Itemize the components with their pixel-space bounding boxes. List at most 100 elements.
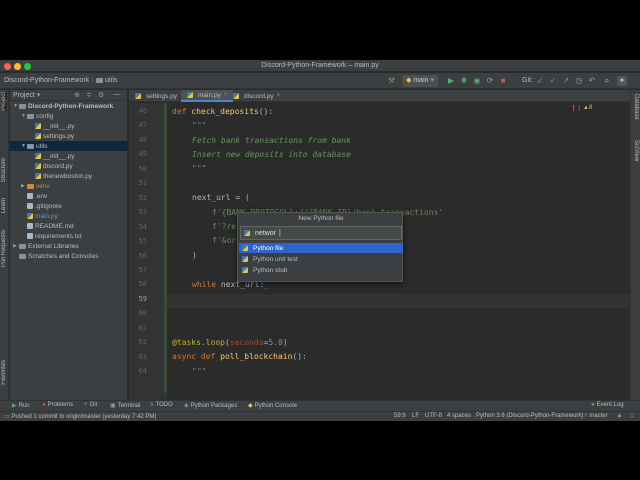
code-line-62: @tasks.loop(seconds=5.0) (172, 338, 288, 347)
tree-item[interactable]: settings.py (10, 131, 128, 141)
settings-icon[interactable]: ✦ (617, 76, 627, 86)
notification-icon[interactable]: ☺ (629, 413, 635, 419)
tree-item[interactable]: ▼ Discord-Python-Framework (10, 101, 128, 111)
status-message[interactable]: ▭ Pushed 1 commit to origin/master (yest… (4, 413, 156, 420)
ide-window: Discord-Python-Framework – main.py Disco… (0, 60, 640, 421)
stop-icon[interactable]: ■ (498, 76, 508, 86)
tool-problems[interactable]: ● Problems (42, 402, 73, 408)
tool-tab-learn[interactable]: Learn (1, 198, 7, 213)
terminal-icon: ▣ (110, 403, 116, 409)
history-icon[interactable]: ◷ (574, 76, 584, 86)
tool-tab-project[interactable]: Project (1, 92, 7, 111)
search-icon[interactable]: ⌕ (602, 76, 612, 86)
line-number: 48 (138, 135, 147, 144)
locate-icon[interactable]: ⊕ (74, 91, 80, 99)
tree-item[interactable]: ▶ venv (10, 181, 128, 191)
tab-discord-py[interactable]: discord.py × (227, 90, 286, 102)
tree-item-label: requirements.txt (35, 232, 82, 240)
file-name-input[interactable]: networ | (240, 226, 402, 240)
hide-icon[interactable]: — (113, 91, 120, 98)
tab-main-py[interactable]: main.py × (181, 90, 234, 102)
tree-item[interactable]: thenewboston.py (10, 171, 128, 181)
bug-icon[interactable]: ✱ (459, 76, 469, 86)
folder-icon (96, 78, 103, 83)
tree-item[interactable]: ▶ External Libraries (10, 241, 128, 251)
warning-count[interactable]: ▲8 (583, 105, 592, 111)
tool-python-console[interactable]: ◆ Python Console (248, 402, 297, 410)
tool-git[interactable]: ⑂ Git (84, 402, 97, 408)
tree-item[interactable]: .gitignore (10, 201, 128, 211)
todo-icon: ≡ (150, 402, 154, 408)
python-file-icon (35, 153, 41, 159)
line-number: 55 (138, 237, 147, 246)
tree-item[interactable]: Scratches and Consoles (10, 251, 128, 261)
tree-item[interactable]: discord.py (10, 161, 128, 171)
close-icon[interactable]: × (277, 93, 281, 99)
tree-item[interactable]: __init__.py (10, 121, 128, 131)
code-line-48: Fetch bank transactions from bank (192, 136, 351, 145)
tree-item[interactable]: main.py (10, 211, 128, 221)
collapse-icon[interactable]: ≑ (86, 91, 92, 99)
git-update-icon[interactable]: ↙ (535, 76, 545, 86)
tool-tab-sciview[interactable]: SciView (633, 140, 639, 161)
tree-item-label: Discord-Python-Framework (28, 102, 114, 110)
horizontal-scrollbar[interactable] (167, 393, 630, 400)
tree-item[interactable]: ▼ config (10, 111, 128, 121)
left-tool-strip: Project Structure Learn Pull Requests Fa… (0, 90, 9, 400)
indent-setting[interactable]: 4 spaces (447, 413, 471, 419)
profile-icon[interactable]: ⟳ (485, 76, 495, 86)
tree-item[interactable]: __init__.py (10, 151, 128, 161)
tool-terminal[interactable]: ▣ Terminal (110, 402, 140, 410)
hammer-icon[interactable]: ⚒ (388, 76, 395, 85)
excluded-folder-icon (27, 183, 34, 189)
python-file-icon (35, 163, 41, 169)
folder-icon (27, 143, 34, 149)
editor-tabs: settings.py × main.py × discord.py × (129, 90, 630, 102)
git-commit-icon[interactable]: ✓ (548, 76, 558, 86)
tool-tab-database[interactable]: Database (633, 94, 639, 120)
tool-event-log[interactable]: ● Event Log (591, 402, 624, 408)
tree-item[interactable]: .env (10, 191, 128, 201)
status-message-text: Pushed 1 commit to origin/master (yester… (11, 414, 157, 420)
tree-item[interactable]: ▼ utils (10, 141, 128, 151)
run-config-select[interactable]: ◆ main ▾ (402, 75, 438, 87)
tree-item[interactable]: requirements.txt (10, 231, 128, 241)
option-python-stub[interactable]: Python stub (239, 265, 403, 275)
line-number: 56 (138, 251, 147, 260)
project-view-select[interactable]: Project ▾ (13, 91, 40, 99)
tree-item-label: venv (36, 182, 50, 190)
tool-tab-structure[interactable]: Structure (1, 158, 7, 182)
tree-item-label: __init__.py (43, 152, 75, 160)
folder-icon (27, 113, 34, 119)
option-python-file[interactable]: Python file (239, 243, 403, 253)
tree-item-label: README.md (35, 222, 74, 230)
play-icon[interactable]: ▶ (446, 76, 456, 86)
error-count[interactable]: ❗1 (570, 105, 581, 112)
line-separator[interactable]: LF (412, 413, 419, 419)
text-file-icon (27, 203, 33, 209)
tool-tab-pull-requests[interactable]: Pull Requests (1, 230, 7, 267)
tool-run[interactable]: ▶ Run (12, 402, 30, 410)
tree-item[interactable]: README.md (10, 221, 128, 231)
rollback-icon[interactable]: ↶ (587, 76, 597, 86)
tool-python-packages[interactable]: ◈ Python Packages (184, 402, 237, 410)
breadcrumb-project[interactable]: Discord-Python-Framework › (4, 77, 94, 84)
file-name-value: networ (255, 229, 277, 237)
code-line-55: f'&or (212, 236, 237, 245)
tool-todo[interactable]: ≡ TODO (150, 402, 173, 408)
caret-position[interactable]: 59:9 (394, 413, 406, 419)
tool-git-label: Git (89, 402, 98, 408)
lock-icon[interactable]: 🔒︎ (618, 413, 621, 420)
python-test-icon (242, 256, 248, 262)
git-branch[interactable]: ⑂ master (584, 413, 608, 419)
option-python-unit-test[interactable]: Python unit test (239, 254, 403, 264)
code-line-49: Insert new deposits into database (192, 150, 351, 159)
tool-tab-favorites[interactable]: Favorites (1, 360, 7, 385)
tree-item-label: External Libraries (28, 242, 79, 250)
git-push-icon[interactable]: ↗ (561, 76, 571, 86)
python-interpreter[interactable]: Python 3.6 (Discord-Python-Framework) (476, 413, 583, 419)
coverage-icon[interactable]: ◉ (472, 76, 482, 86)
gear-icon[interactable]: ⚙ (98, 91, 104, 99)
breadcrumb-folder[interactable]: utils (96, 77, 117, 84)
file-encoding[interactable]: UTF-8 (425, 413, 442, 419)
